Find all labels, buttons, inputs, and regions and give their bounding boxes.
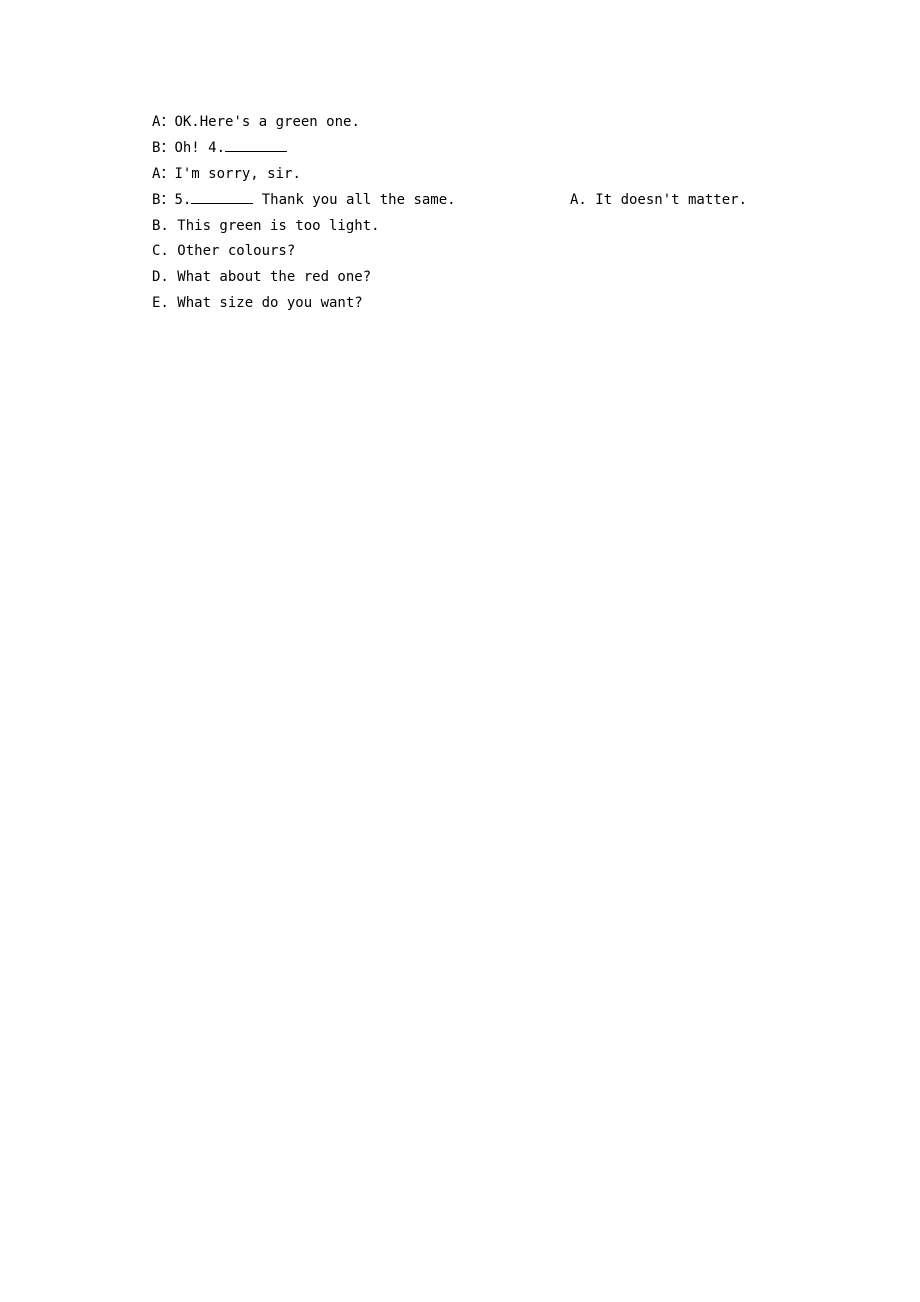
speaker-label: A： bbox=[152, 166, 174, 182]
option-d: D. What about the red one? bbox=[152, 265, 920, 291]
blank-5 bbox=[191, 190, 253, 204]
dialogue-line-4: B：5. Thank you all the same. bbox=[152, 188, 570, 214]
speaker-label: A： bbox=[152, 114, 174, 130]
dialogue-line-1: A：OK.Here's a green one. bbox=[152, 110, 920, 136]
speaker-label: B： bbox=[152, 140, 174, 156]
speaker-label: B： bbox=[152, 192, 174, 208]
option-b: B. This green is too light. bbox=[152, 214, 920, 240]
option-e: E. What size do you want? bbox=[152, 291, 920, 317]
dialogue-line-2: B：Oh! 4. bbox=[152, 136, 920, 162]
dialogue-text: Oh! 4. bbox=[174, 140, 225, 156]
dialogue-text: Thank you all the same. bbox=[253, 192, 455, 208]
option-c: C. Other colours? bbox=[152, 239, 920, 265]
dialogue-line-3: A：I'm sorry, sir. bbox=[152, 162, 920, 188]
dialogue-text: OK.Here's a green one. bbox=[174, 114, 359, 130]
dialogue-text: I'm sorry, sir. bbox=[174, 166, 300, 182]
dialogue-text: 5. bbox=[174, 192, 191, 208]
option-a: A. It doesn't matter. bbox=[570, 188, 920, 214]
dialogue-line-4-row: B：5. Thank you all the same. A. It doesn… bbox=[152, 188, 920, 214]
blank-4 bbox=[225, 138, 287, 152]
